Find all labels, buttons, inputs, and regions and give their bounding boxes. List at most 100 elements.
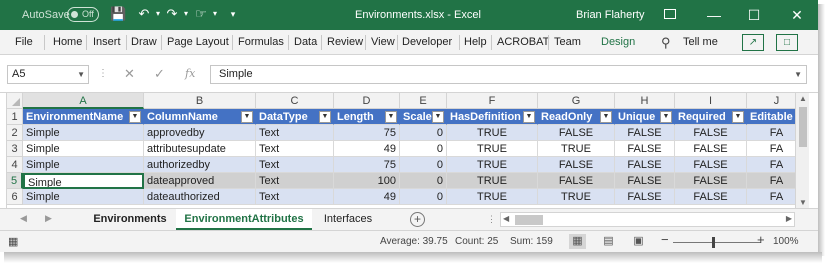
table-cell[interactable]: authorizedby [144,157,256,173]
touch-dropdown-icon[interactable]: ▾ [207,6,223,22]
filter-dropdown-icon[interactable]: ▼ [732,111,744,123]
tab-help[interactable]: Help [464,36,487,49]
table-cell[interactable]: Simple [23,141,144,157]
table-cell[interactable]: Text [256,157,334,173]
tab-data[interactable]: Data [294,36,317,49]
table-cell[interactable]: Simple [23,125,144,141]
table-cell[interactable]: FALSE [675,141,747,157]
table-cell[interactable]: FALSE [615,141,675,157]
column-header-e[interactable]: E [400,93,447,109]
scroll-left-icon[interactable]: ◀ [503,214,509,223]
scroll-thumb[interactable] [515,215,543,225]
table-header-cell[interactable]: HasDefinition ▼ [447,109,538,125]
prev-sheet-icon[interactable]: ◀ [20,213,27,224]
table-cell[interactable]: FALSE [538,157,615,173]
table-cell[interactable]: 0 [400,141,447,157]
column-header-d[interactable]: D [334,93,400,109]
user-name[interactable]: Brian Flaherty [576,8,644,22]
normal-view-icon[interactable]: ▦ [569,234,586,249]
row-header-6[interactable]: 6 [7,189,23,205]
table-cell[interactable]: TRUE [447,157,538,173]
filter-dropdown-icon[interactable]: ▼ [600,111,612,123]
scroll-down-icon[interactable]: ▼ [796,198,810,207]
table-cell[interactable]: TRUE [447,173,538,189]
tab-page-layout[interactable]: Page Layout [167,36,229,49]
filter-dropdown-icon[interactable]: ▼ [129,111,141,123]
select-all-button[interactable] [7,93,23,109]
expand-formula-bar-icon[interactable]: ▼ [794,66,802,83]
table-cell[interactable]: 100 [334,173,400,189]
table-cell[interactable]: FALSE [615,157,675,173]
table-cell[interactable]: TRUE [447,189,538,205]
sheet-tab-environmentattributes[interactable]: EnvironmentAttributes [176,209,312,230]
table-cell[interactable]: FALSE [538,173,615,189]
page-break-view-icon[interactable]: ▣ [630,234,647,249]
row-header-1[interactable]: 1 [7,109,23,125]
zoom-slider[interactable] [673,242,761,243]
tab-design[interactable]: Design [601,36,635,49]
comments-icon[interactable]: □ [776,34,798,51]
table-cell[interactable]: Simple [23,189,144,205]
table-cell[interactable]: Simple [23,173,144,189]
table-header-cell[interactable]: EnvironmentName ▼ [23,109,144,125]
redo-dropdown-icon[interactable]: ▾ [178,6,194,22]
table-header-cell[interactable]: Editable [747,109,795,125]
table-cell[interactable]: Simple [23,157,144,173]
row-header-4[interactable]: 4 [7,157,23,173]
macro-record-icon[interactable]: ▦ [8,236,18,248]
table-header-cell[interactable]: ReadOnly ▼ [538,109,615,125]
column-header-i[interactable]: I [675,93,747,109]
close-icon[interactable]: ✕ [778,0,816,30]
filter-dropdown-icon[interactable]: ▼ [432,111,444,123]
table-cell[interactable]: FA [747,157,795,173]
table-cell[interactable]: 75 [334,157,400,173]
table-cell[interactable]: TRUE [447,125,538,141]
horizontal-scrollbar[interactable]: ◀ ▶ [500,212,795,227]
row-header-5[interactable]: 5 [7,173,23,189]
table-cell[interactable]: 0 [400,125,447,141]
zoom-in-icon[interactable]: + [757,233,765,246]
tell-me-search[interactable]: Tell me [683,36,718,49]
tab-insert[interactable]: Insert [93,36,121,49]
table-cell[interactable]: Text [256,173,334,189]
table-cell[interactable]: 0 [400,157,447,173]
column-header-g[interactable]: G [538,93,615,109]
table-cell[interactable]: FALSE [675,157,747,173]
table-cell[interactable]: TRUE [447,141,538,157]
formula-input[interactable]: Simple ▼ [210,65,807,84]
column-header-f[interactable]: F [447,93,538,109]
filter-dropdown-icon[interactable]: ▼ [385,111,397,123]
tab-team[interactable]: Team [554,36,581,49]
table-cell[interactable]: approvedby [144,125,256,141]
autosave-toggle[interactable]: Off [67,7,99,22]
table-cell[interactable]: 75 [334,125,400,141]
column-header-a[interactable]: A [23,93,144,109]
insert-function-icon[interactable]: fx [185,66,195,82]
table-cell[interactable]: TRUE [538,189,615,205]
table-cell[interactable]: Text [256,125,334,141]
scroll-thumb[interactable] [799,107,807,147]
scroll-right-icon[interactable]: ▶ [786,214,792,223]
worksheet-grid[interactable]: A B C D E F G H I J 1 EnvironmentName ▼ ColumnName ▼ Da… [6,93,795,208]
table-cell[interactable]: FALSE [615,189,675,205]
share-icon[interactable]: ↗ [742,34,764,51]
table-cell[interactable]: FA [747,125,795,141]
name-box[interactable]: A5 ▼ [7,65,89,84]
table-cell[interactable]: 49 [334,141,400,157]
tab-draw[interactable]: Draw [131,36,157,49]
page-layout-view-icon[interactable]: ▤ [600,234,617,249]
table-cell[interactable]: FALSE [675,125,747,141]
next-sheet-icon[interactable]: ▶ [45,213,52,224]
filter-dropdown-icon[interactable]: ▼ [241,111,253,123]
table-cell[interactable]: FA [747,141,795,157]
chevron-down-icon[interactable]: ▼ [77,66,85,83]
table-header-cell[interactable]: Required ▼ [675,109,747,125]
filter-dropdown-icon[interactable]: ▼ [660,111,672,123]
enter-icon[interactable]: ✓ [154,66,165,82]
table-cell[interactable]: 49 [334,189,400,205]
ribbon-display-options-icon[interactable] [664,9,676,19]
table-header-cell[interactable]: Scale ▼ [400,109,447,125]
tab-formulas[interactable]: Formulas [238,36,284,49]
vertical-scrollbar[interactable]: ▲ ▼ [795,93,809,208]
table-cell[interactable]: Text [256,141,334,157]
